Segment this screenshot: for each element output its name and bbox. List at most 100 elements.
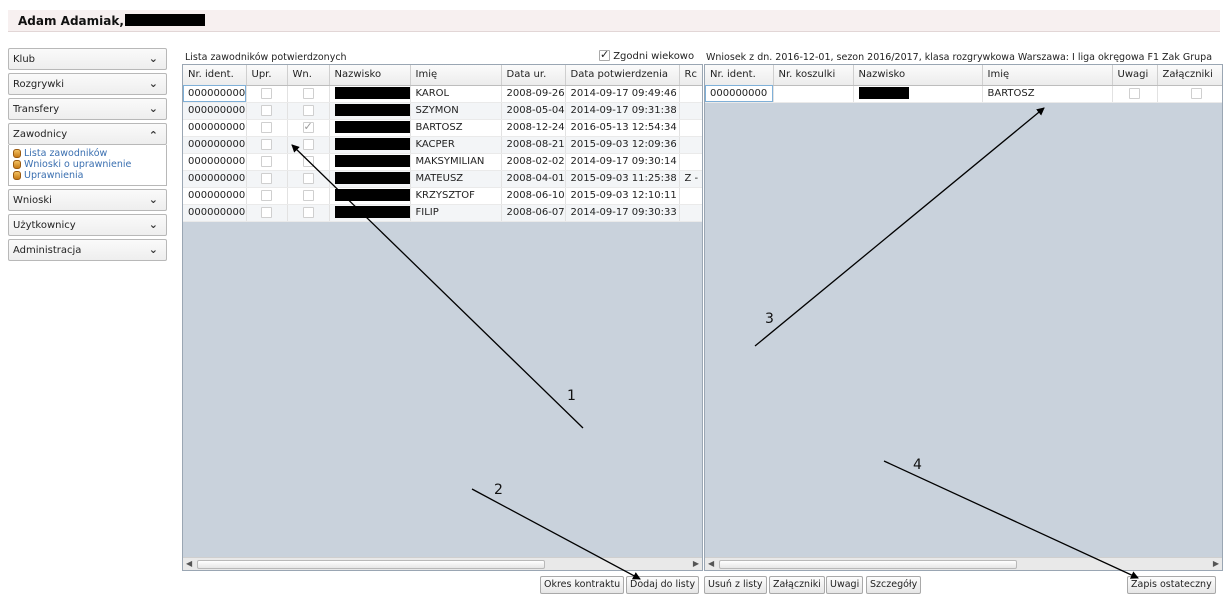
right-scroll-thumb[interactable] — [719, 560, 1017, 569]
upr-checkbox[interactable] — [261, 138, 272, 150]
redacted-surname — [334, 104, 409, 116]
table-row[interactable]: 000000000 KRZYSZTOF 2008-06-10 2015-09-0… — [183, 187, 702, 205]
col-nr-koszulki[interactable]: Nr. koszulki — [773, 65, 854, 86]
cell-id[interactable]: 000000000 — [183, 119, 247, 137]
wn-checkbox[interactable] — [302, 155, 314, 167]
table-row[interactable]: 000000000 KAROL 2008-09-26 2014-09-17 09… — [183, 85, 702, 103]
sidebar-item-transfery[interactable]: Transfery ⌄ — [8, 98, 167, 120]
cell-rc — [679, 204, 702, 222]
cell-first-name: MATEUSZ — [410, 170, 502, 188]
col-upr[interactable]: Upr. — [246, 65, 288, 86]
cell-id[interactable]: 000000000 — [183, 102, 247, 120]
cell-confirmed: 2014-09-17 09:30:33 — [565, 204, 680, 222]
scroll-right-arrow-icon[interactable]: ▶ — [1213, 559, 1219, 568]
wn-checkbox[interactable] — [302, 206, 314, 218]
sidebar-item-rozgrywki[interactable]: Rozgrywki ⌄ — [8, 73, 167, 95]
upr-checkbox[interactable] — [261, 155, 272, 167]
scroll-left-arrow-icon[interactable]: ◀ — [708, 559, 714, 568]
submenu-wnioski-o-uprawnienie[interactable]: Wnioski o uprawnienie — [13, 159, 162, 170]
col-nazwisko[interactable]: Nazwisko — [853, 65, 983, 86]
age-filter-checkbox[interactable] — [599, 48, 610, 61]
wn-checkbox[interactable] — [302, 172, 314, 184]
cell-confirmed: 2014-09-17 09:31:38 — [565, 102, 680, 120]
col-rc[interactable]: Rc — [679, 65, 702, 86]
cell-first-name: SZYMON — [410, 102, 502, 120]
table-row[interactable]: 000000000 FILIP 2008-06-07 2014-09-17 09… — [183, 204, 702, 222]
attachments-button[interactable]: Załączniki — [769, 576, 825, 594]
col-nazwisko[interactable]: Nazwisko — [329, 65, 411, 86]
wn-checkbox[interactable] — [302, 189, 314, 201]
upr-checkbox[interactable] — [261, 172, 272, 184]
submenu-lista-zawodnikow[interactable]: Lista zawodników — [13, 148, 162, 159]
wn-checkbox[interactable] — [302, 138, 314, 150]
cell-first-name: KAROL — [410, 85, 502, 103]
zalaczniki-checkbox[interactable] — [1190, 87, 1202, 99]
redacted-surname — [858, 87, 909, 99]
cell-id[interactable]: 000000000 — [183, 187, 247, 205]
upr-checkbox[interactable] — [261, 189, 272, 201]
sidebar-item-zawodnicy[interactable]: Zawodnicy ⌃ — [8, 123, 167, 145]
table-row[interactable]: 000000000 BARTOSZ — [705, 85, 1222, 103]
cell-id[interactable]: 000000000 — [705, 85, 774, 103]
table-row[interactable]: 000000000 KACPER 2008-08-21 2015-09-03 1… — [183, 136, 702, 154]
wn-checkbox[interactable] — [302, 120, 314, 133]
cell-birth: 2008-12-24 — [501, 119, 566, 137]
chevron-down-icon: ⌄ — [148, 77, 158, 90]
col-imie[interactable]: Imię — [982, 65, 1113, 86]
cell-id[interactable]: 000000000 — [183, 204, 247, 222]
table-row[interactable]: 000000000 MATEUSZ 2008-04-01 2015-09-03 … — [183, 170, 702, 188]
col-nr-ident[interactable]: Nr. ident. — [705, 65, 774, 86]
submenu-uprawnienia[interactable]: Uprawnienia — [13, 170, 162, 181]
sidebar-item-klub[interactable]: Klub ⌄ — [8, 48, 167, 70]
confirmed-players-grid: Nr. ident. Upr. Wn. Nazwisko Imię Data u… — [182, 64, 703, 571]
age-filter[interactable]: Zgodni wiekowo — [599, 48, 694, 62]
col-wn[interactable]: Wn. — [287, 65, 330, 86]
cell-shirt[interactable] — [773, 85, 854, 103]
col-data-ur[interactable]: Data ur. — [501, 65, 566, 86]
remove-from-list-button[interactable]: Usuń z listy — [704, 576, 767, 594]
upr-checkbox[interactable] — [261, 121, 272, 133]
sidebar: Klub ⌄ Rozgrywki ⌄ Transfery ⌄ Zawodnicy ⌃ L… — [8, 48, 167, 264]
wn-checkbox[interactable] — [302, 87, 314, 99]
cell-birth: 2008-02-02 — [501, 153, 566, 171]
contract-period-button[interactable]: Okres kontraktu — [540, 576, 625, 594]
table-row[interactable]: 000000000 BARTOSZ 2008-12-24 2016-05-13 … — [183, 119, 702, 137]
col-zalaczniki[interactable]: Załączniki — [1157, 65, 1222, 86]
cell-id[interactable]: 000000000 — [183, 170, 247, 188]
right-horizontal-scrollbar[interactable]: ◀ ▶ — [705, 557, 1222, 570]
chevron-down-icon: ⌄ — [148, 218, 158, 231]
sidebar-item-uzytkownicy[interactable]: Użytkownicy ⌄ — [8, 214, 167, 236]
redacted-surname — [124, 14, 205, 26]
wn-checkbox[interactable] — [302, 104, 314, 116]
col-imie[interactable]: Imię — [410, 65, 502, 86]
cell-birth: 2008-09-26 — [501, 85, 566, 103]
table-header: Nr. ident. Upr. Wn. Nazwisko Imię Data u… — [183, 65, 702, 86]
redacted-surname — [334, 155, 409, 167]
cell-id[interactable]: 000000000 — [183, 153, 247, 171]
upr-checkbox[interactable] — [261, 87, 272, 99]
cell-confirmed: 2015-09-03 11:25:38 — [565, 170, 680, 188]
sidebar-item-administracja[interactable]: Administracja ⌄ — [8, 239, 167, 261]
col-uwagi[interactable]: Uwagi — [1112, 65, 1158, 86]
table-row[interactable]: 000000000 SZYMON 2008-05-04 2014-09-17 0… — [183, 102, 702, 120]
scroll-left-arrow-icon[interactable]: ◀ — [186, 559, 192, 568]
sidebar-item-wnioski[interactable]: Wnioski ⌄ — [8, 189, 167, 211]
left-scroll-thumb[interactable] — [197, 560, 545, 569]
cell-rc — [679, 119, 702, 137]
cell-confirmed: 2015-09-03 12:10:11 — [565, 187, 680, 205]
details-button[interactable]: Szczegóły — [866, 576, 922, 594]
final-save-button[interactable]: Zapis ostateczny — [1127, 576, 1216, 594]
cell-confirmed: 2014-09-17 09:30:14 — [565, 153, 680, 171]
cell-id[interactable]: 000000000 — [183, 85, 247, 103]
upr-checkbox[interactable] — [261, 104, 272, 116]
remarks-button[interactable]: Uwagi — [826, 576, 864, 594]
uwagi-checkbox[interactable] — [1129, 87, 1140, 99]
add-to-list-button[interactable]: Dodaj do listy — [626, 576, 700, 594]
col-nr-ident[interactable]: Nr. ident. — [183, 65, 247, 86]
col-data-potwierdzenia[interactable]: Data potwierdzenia — [565, 65, 680, 86]
upr-checkbox[interactable] — [261, 206, 272, 218]
table-row[interactable]: 000000000 MAKSYMILIAN 2008-02-02 2014-09… — [183, 153, 702, 171]
cell-id[interactable]: 000000000 — [183, 136, 247, 154]
left-horizontal-scrollbar[interactable]: ◀ ▶ — [183, 557, 702, 570]
scroll-right-arrow-icon[interactable]: ▶ — [693, 559, 699, 568]
